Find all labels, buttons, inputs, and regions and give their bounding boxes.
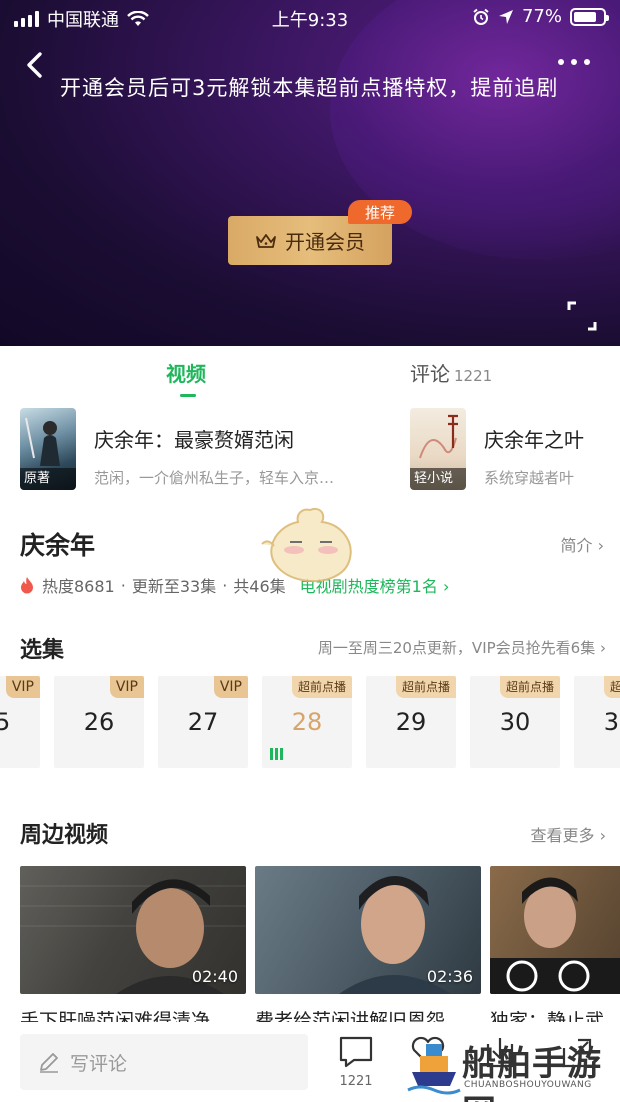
comment-bubble-icon [339, 1036, 373, 1068]
episode-item-current[interactable]: 超前点播 28 [262, 676, 352, 768]
surround-videos-title: 周边视频 [20, 823, 109, 848]
comment-input[interactable]: 写评论 [20, 1034, 308, 1090]
see-more-link[interactable]: 查看更多 › [530, 822, 606, 846]
meta-separator: · [222, 575, 228, 595]
related-books: 原著 庆余年：最豪赘婿范闲 范闲，一介傖州私生子，轻车入京… 轻小说 庆余年之叶… [0, 404, 620, 504]
book-card[interactable]: 轻小说 庆余年之叶 系统穿越者叶 [410, 408, 584, 494]
early-access-badge: 超前点播 [499, 676, 560, 698]
book-info: 庆余年：最豪赘婿范闲 范闲，一介傖州私生子，轻车入京… [94, 408, 334, 494]
show-title: 庆余年 [20, 531, 96, 560]
mascot-watermark-icon [261, 508, 352, 583]
book-desc: 系统穿越者叶 [484, 469, 575, 487]
video-thumbnail: 02:36 [255, 866, 481, 994]
status-bar: 中国联通 上午9:33 77% [0, 0, 620, 34]
tab-comments-label: 评论 [410, 362, 450, 386]
comments-button[interactable]: 1221 [336, 1034, 376, 1090]
vip-badge: VIP [213, 676, 248, 698]
chevron-right-icon: › [597, 536, 604, 555]
chevron-right-icon: › [599, 826, 606, 845]
join-vip-label: 开通会员 [285, 230, 365, 254]
episode-item[interactable]: VIP 27 [158, 676, 248, 768]
flame-icon [21, 577, 33, 594]
vip-badge: VIP [109, 676, 144, 698]
fullscreen-icon[interactable] [566, 300, 598, 332]
episode-list: VIP 25 VIP 26 VIP 27 超前点播 28 超前点播 29 超前点… [0, 676, 620, 768]
early-access-badge: 超前点播 [603, 676, 620, 698]
video-card[interactable]: 02:40 手下肝噪范闲难得清净 [20, 866, 246, 1026]
book-cover-art [419, 414, 458, 459]
chevron-right-icon: › [600, 639, 606, 657]
episode-number: 29 [395, 708, 427, 736]
book-tag: 原著 [20, 468, 76, 490]
episodes-schedule-label: 周一至周三20点更新，VIP会员抢先看6集 [317, 639, 596, 657]
episode-number: 31 [603, 708, 620, 736]
promo-text: 开通会员后可3元解锁本集超前点播特权，提前追剧 [60, 76, 559, 100]
episode-item[interactable]: VIP 25 [0, 676, 40, 768]
now-playing-icon [270, 748, 283, 760]
battery-fill [574, 11, 596, 22]
alarm-icon [473, 8, 489, 25]
episode-number: 25 [0, 708, 11, 736]
location-arrow-icon [498, 9, 513, 24]
intro-link[interactable]: 简介 › [560, 532, 604, 556]
episode-item[interactable]: 超前点播 30 [470, 676, 560, 768]
video-card[interactable]: 独家：静止武 [490, 866, 620, 1026]
book-cover-art [25, 417, 60, 466]
intro-link-label: 简介 [560, 536, 593, 555]
book-tag: 轻小说 [410, 468, 466, 490]
recommend-badge: 推荐 [348, 200, 412, 224]
battery-icon [570, 7, 609, 26]
ship-logo-icon [407, 1044, 461, 1095]
book-cover: 原著 [20, 408, 76, 490]
watermark-text: 船舶手游网 [462, 1044, 602, 1102]
updated-episodes: 更新至33集 [131, 577, 217, 596]
episode-item[interactable]: 超前点播 31 [574, 676, 620, 768]
early-access-badge: 超前点播 [291, 676, 352, 698]
tab-comments[interactable]: 评论 1221 [410, 358, 492, 387]
episode-item[interactable]: VIP 26 [54, 676, 144, 768]
episode-number: 27 [187, 708, 219, 736]
episodes-title: 选集 [20, 638, 65, 663]
video-duration: 02:36 [426, 967, 473, 986]
crown-icon [256, 233, 276, 248]
content-tabs: 视频 评论 1221 [0, 346, 620, 402]
episodes-schedule[interactable]: 周一至周三20点更新，VIP会员抢先看6集 › [318, 637, 606, 658]
more-options-icon[interactable] [558, 52, 598, 72]
back-chevron-icon[interactable] [20, 48, 50, 82]
chevron-right-icon: › [442, 577, 450, 596]
comment-placeholder: 写评论 [70, 1052, 128, 1075]
book-desc: 范闲，一介傖州私生子，轻车入京… [94, 469, 335, 487]
video-card[interactable]: 02:36 费老给范闲讲解旧恩怨 [255, 866, 481, 1026]
tab-comments-count: 1221 [454, 367, 493, 385]
watermark-subtext: CHUANBOSHOUYOUWANG [464, 1080, 592, 1090]
video-duration: 02:40 [191, 967, 238, 986]
tab-video[interactable]: 视频 [166, 358, 206, 397]
thumbnail-art [490, 877, 620, 994]
status-right: 77% [472, 6, 609, 27]
battery-percent: 77% [521, 6, 562, 27]
episode-number: 28 [291, 708, 323, 736]
episode-number: 26 [83, 708, 115, 736]
meta-separator: · [120, 575, 126, 595]
video-thumbnail [490, 866, 620, 994]
site-watermark: 船舶手游网 CHUANBOSHOUYOUWANG [404, 1032, 620, 1102]
video-thumbnail: 02:40 [20, 866, 246, 994]
tab-video-label: 视频 [166, 362, 206, 386]
episode-number: 30 [499, 708, 531, 736]
heat-value: 热度8681 [42, 577, 115, 596]
comment-count: 1221 [339, 1074, 373, 1089]
show-meta: 热度8681 · 更新至33集 · 共46集 电视剧热度榜第1名 › [20, 573, 449, 597]
video-player[interactable]: 中国联通 上午9:33 77% 开通会员后可3元解锁本集超前点播特权，提前追剧 … [0, 0, 620, 346]
pencil-icon [40, 1053, 58, 1073]
book-cover: 轻小说 [410, 408, 466, 490]
book-title: 庆余年之叶 [484, 428, 584, 452]
book-title: 庆余年：最豪赘婿范闲 [94, 428, 294, 452]
vip-badge: VIP [5, 676, 40, 698]
book-card[interactable]: 原著 庆余年：最豪赘婿范闲 范闲，一介傖州私生子，轻车入京… [20, 408, 334, 494]
book-info: 庆余年之叶 系统穿越者叶 [484, 408, 584, 494]
early-access-badge: 超前点播 [395, 676, 456, 698]
surround-video-list: 02:40 手下肝噪范闲难得清净 02:36 费老给范闲讲解旧恩怨 独家：静止武 [0, 866, 620, 1026]
see-more-label: 查看更多 [530, 826, 595, 845]
episode-item[interactable]: 超前点播 29 [366, 676, 456, 768]
